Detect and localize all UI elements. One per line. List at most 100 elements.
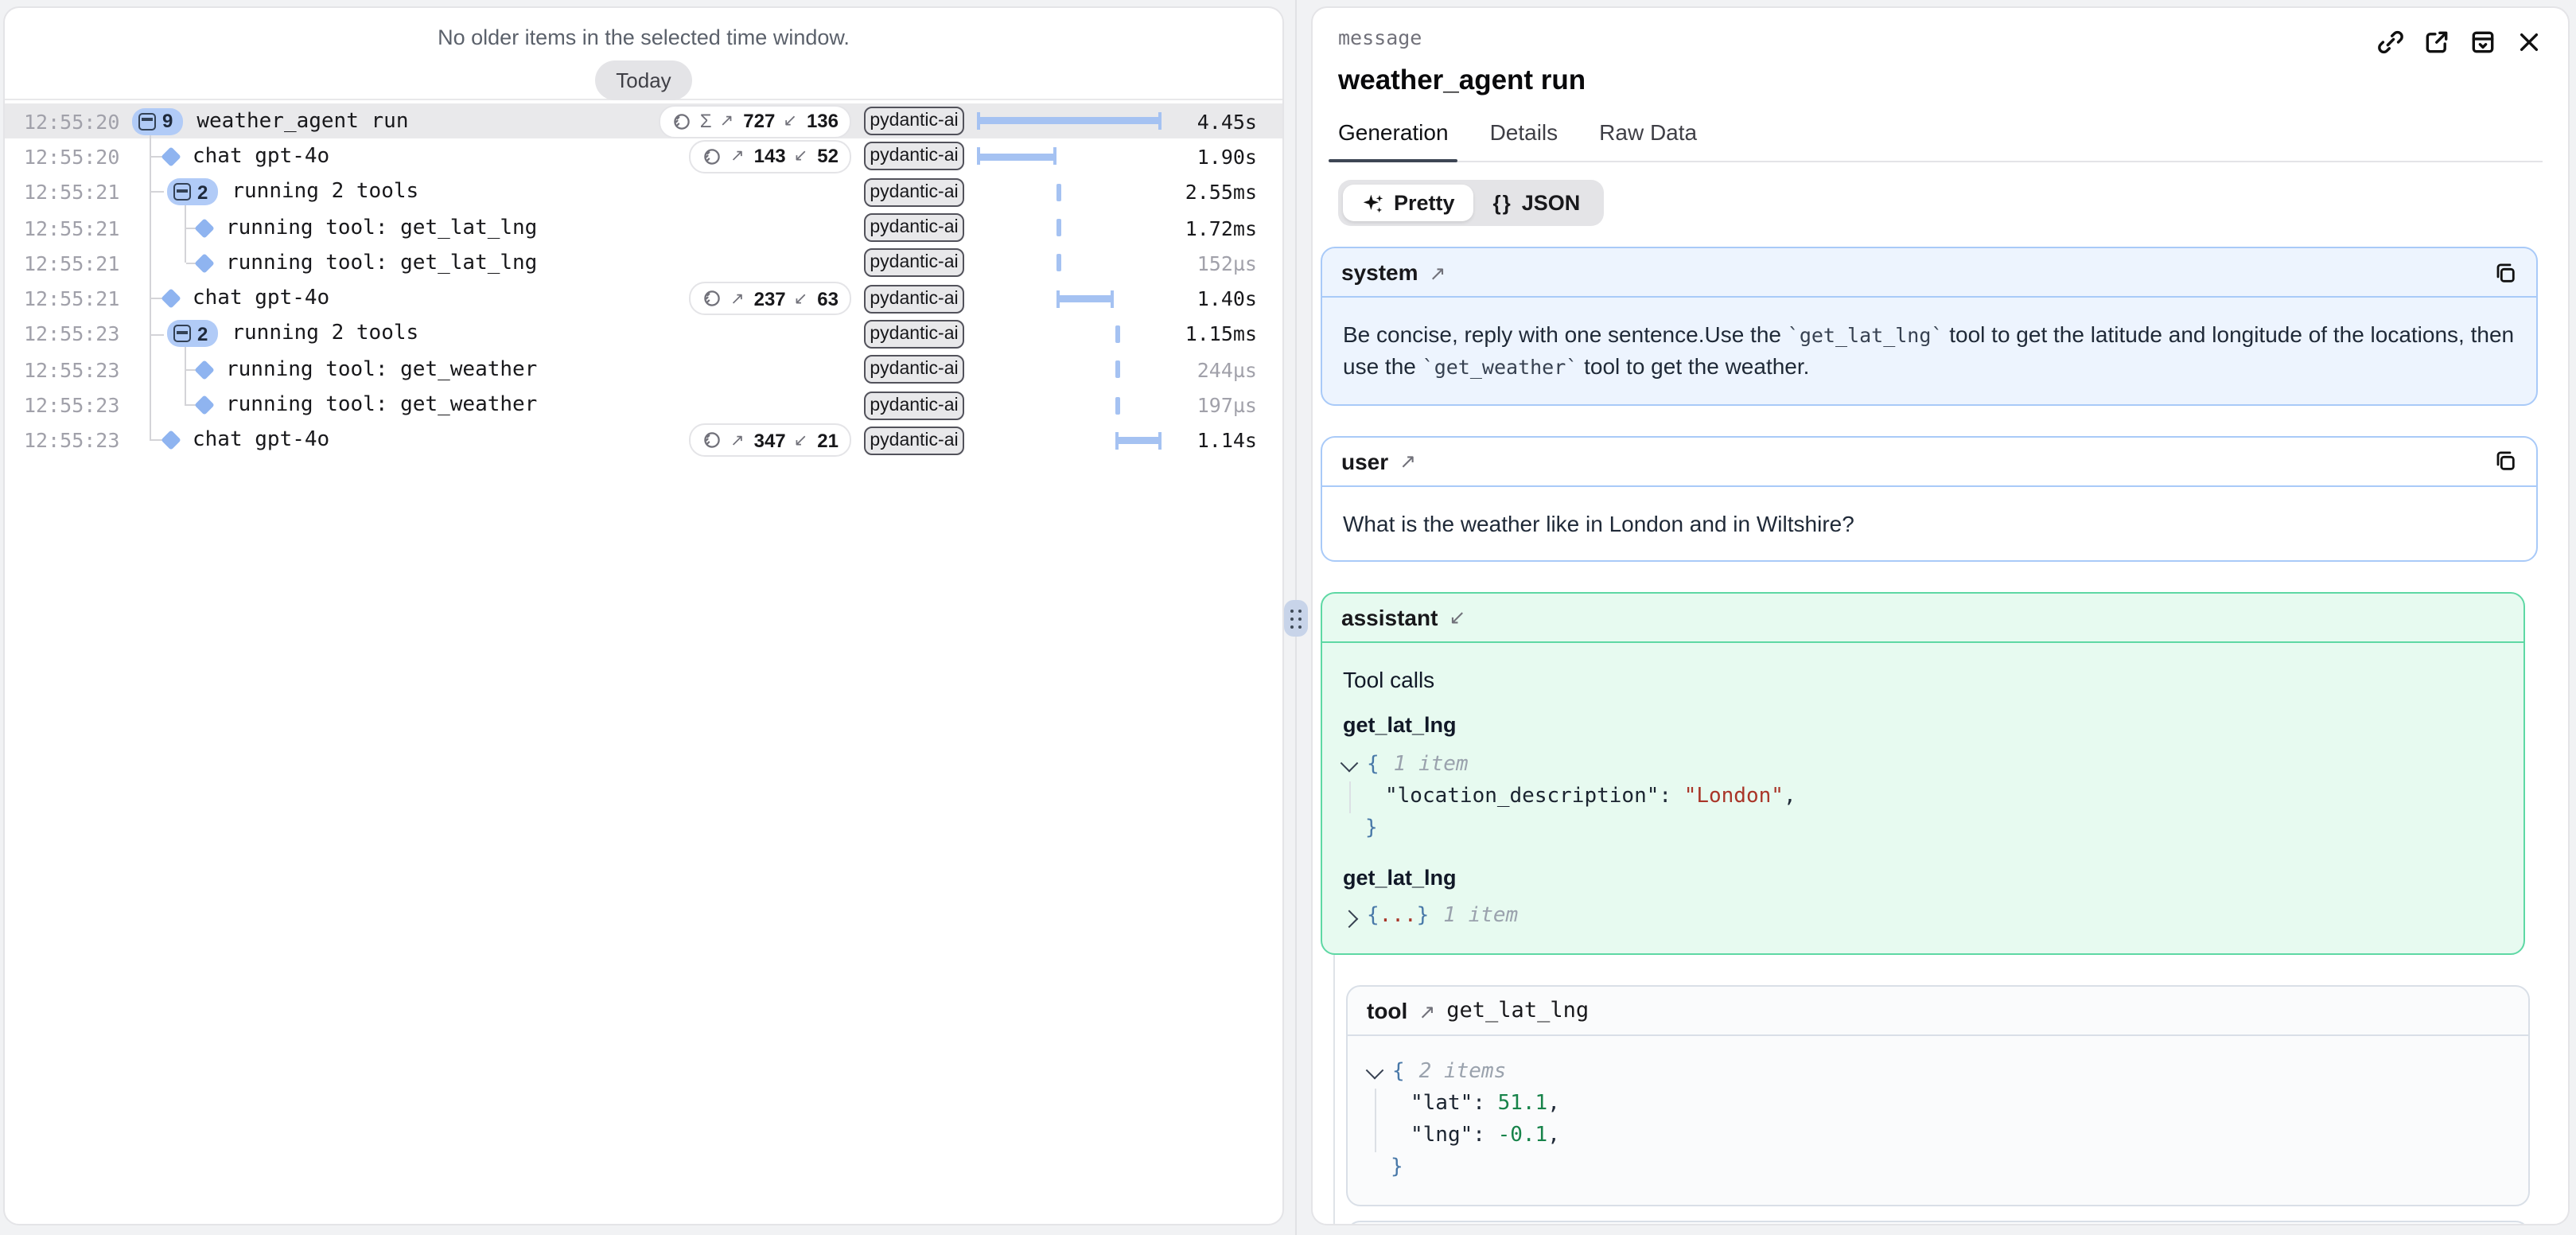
tool-message-header: tool ↗ get_lat_lng	[1348, 1223, 2528, 1225]
detail-header: message weather_agent run Generation Det…	[1313, 8, 2568, 226]
tree-line	[185, 348, 186, 406]
chevron-right-icon[interactable]	[1341, 910, 1359, 929]
open-external-icon[interactable]	[2423, 29, 2450, 56]
token-usage-pill: ↗347 ↙21	[689, 424, 851, 458]
json-view-button[interactable]: {} JSON	[1474, 185, 1600, 221]
span-row-chat-gpt4o[interactable]: 12:55:21 chat gpt-4o ↗237 ↙63 pydantic-a…	[5, 281, 1282, 317]
json-colon: :	[1473, 1089, 1485, 1121]
system-message-card: system ↗ Be concise, reply with one sent…	[1321, 247, 2538, 405]
coin-icon	[702, 430, 722, 451]
json-key: "lng"	[1411, 1121, 1473, 1153]
span-diamond-icon	[194, 217, 214, 237]
span-row-chat-gpt4o[interactable]: 12:55:20 chat gpt-4o ↗143 ↙52 pydantic-a…	[5, 139, 1282, 175]
json-number-value: -0.1	[1498, 1121, 1548, 1153]
trace-viewer-app: No older items in the selected time wind…	[0, 0, 2576, 1235]
json-string-value: "London"	[1684, 781, 1784, 813]
span-rows: 12:55:20 9 weather_agent run Σ ↗727 ↙136…	[5, 103, 1282, 458]
tool-call-name: get_lat_lng	[1343, 863, 2503, 894]
detail-tabs: Generation Details Raw Data	[1338, 119, 2543, 162]
timeline-bar	[977, 148, 1056, 166]
timeline-track	[977, 139, 1168, 175]
brace-open: {	[1367, 750, 1379, 781]
tree-line	[151, 333, 164, 335]
tool-call-name: get_lat_lng	[1343, 710, 2503, 741]
span-diamond-icon	[161, 289, 181, 309]
tree-line	[185, 205, 186, 263]
json-collapsed-line[interactable]: {...} 1 item	[1343, 902, 2503, 933]
chevron-down-icon[interactable]	[1341, 754, 1359, 772]
span-row-weather-agent-run[interactable]: 12:55:20 9 weather_agent run Σ ↗727 ↙136…	[5, 103, 1282, 139]
service-tag: pydantic-ai	[864, 107, 964, 135]
span-row-running-tool-get-weather[interactable]: 12:55:23 running tool: get_weather pydan…	[5, 388, 1282, 423]
user-message-header: user ↗	[1322, 437, 2536, 486]
tokens-in: 347	[754, 430, 786, 452]
tab-raw-data[interactable]: Raw Data	[1599, 119, 1697, 161]
panel-resize-handle[interactable]	[1284, 600, 1308, 637]
detail-title: weather_agent run	[1338, 64, 2543, 97]
timeline-bar	[1115, 396, 1119, 414]
tab-generation[interactable]: Generation	[1338, 119, 1449, 161]
pretty-label: Pretty	[1394, 191, 1455, 215]
json-key: "lat"	[1411, 1089, 1473, 1121]
outgoing-arrow-icon: ↗	[1430, 260, 1446, 284]
collapse-toggle-badge[interactable]: 2	[167, 178, 217, 205]
span-diamond-icon	[194, 395, 214, 415]
span-row-running-tool-get-lat-lng[interactable]: 12:55:21 running tool: get_lat_lng pydan…	[5, 210, 1282, 246]
span-row-running-tool-get-weather[interactable]: 12:55:23 running tool: get_weather pydan…	[5, 352, 1282, 388]
json-label: JSON	[1522, 191, 1581, 215]
collapse-toggle-badge[interactable]: 9	[132, 107, 182, 134]
service-tag: pydantic-ai	[864, 177, 964, 206]
brace-open: {	[1367, 902, 1379, 933]
copy-icon[interactable]	[2493, 260, 2517, 284]
span-duration: 1.90s	[1168, 145, 1257, 169]
braces-icon: {}	[1493, 191, 1512, 215]
tree-line	[151, 192, 164, 193]
today-button[interactable]: Today	[595, 60, 691, 100]
tab-details[interactable]: Details	[1490, 119, 1558, 161]
span-row-running-tool-get-lat-lng[interactable]: 12:55:21 running tool: get_lat_lng pydan…	[5, 245, 1282, 281]
span-name: running 2 tools	[232, 322, 418, 346]
tool-message-body: { 2 items "lat": 51.1, "lng": -0.1,	[1348, 1037, 2528, 1206]
span-row-chat-gpt4o[interactable]: 12:55:23 chat gpt-4o ↗347 ↙21 pydantic-a…	[5, 423, 1282, 458]
brace-close: }	[1365, 813, 1378, 845]
close-icon[interactable]	[2516, 29, 2543, 56]
timeline-bar	[1056, 219, 1060, 236]
timeline-bar	[1056, 255, 1060, 272]
child-count: 2	[197, 181, 208, 203]
tool-calls-label: Tool calls	[1343, 664, 2503, 696]
span-row-running-2-tools[interactable]: 12:55:23 2 running 2 tools pydantic-ai 1…	[5, 317, 1282, 353]
timeline-track	[977, 317, 1168, 353]
incoming-arrow-icon: ↙	[1449, 606, 1465, 629]
timeline-bar	[1115, 325, 1119, 343]
dock-panel-icon[interactable]	[2469, 29, 2496, 56]
json-entry: "location_description": "London",	[1385, 781, 2503, 813]
span-name: running 2 tools	[232, 180, 418, 204]
json-close-line: }	[1365, 813, 2503, 845]
detail-panel: message weather_agent run Generation Det…	[1311, 6, 2570, 1225]
collapse-toggle-badge[interactable]: 2	[167, 321, 217, 348]
copy-link-icon[interactable]	[2377, 29, 2404, 56]
pretty-view-button[interactable]: Pretty	[1343, 185, 1474, 221]
sigma-symbol: Σ	[700, 110, 712, 132]
span-diamond-icon	[161, 146, 181, 166]
json-root-line[interactable]: { 1 item	[1343, 750, 2503, 781]
json-colon: :	[1473, 1121, 1485, 1153]
service-tag: pydantic-ai	[864, 213, 964, 242]
collapse-icon	[173, 325, 191, 343]
json-children: "location_description": "London",	[1348, 781, 2503, 813]
json-root-line[interactable]: { 2 items	[1368, 1058, 2508, 1089]
timeline-track	[977, 388, 1168, 423]
copy-icon[interactable]	[2493, 449, 2517, 473]
brace-close: }	[1417, 902, 1430, 933]
tokens-out-arrow-icon: ↙	[783, 111, 797, 131]
service-tag: pydantic-ai	[864, 427, 964, 455]
span-name: chat gpt-4o	[193, 145, 329, 169]
span-timestamp: 12:55:20	[24, 109, 119, 133]
chevron-down-icon[interactable]	[1366, 1062, 1384, 1080]
token-usage-pill: ↗143 ↙52	[689, 140, 851, 173]
coin-icon	[702, 288, 722, 309]
span-duration: 197µs	[1168, 393, 1257, 417]
span-row-running-2-tools[interactable]: 12:55:21 2 running 2 tools pydantic-ai 2…	[5, 174, 1282, 210]
service-tag: pydantic-ai	[864, 284, 964, 313]
detail-header-actions	[2377, 29, 2543, 56]
